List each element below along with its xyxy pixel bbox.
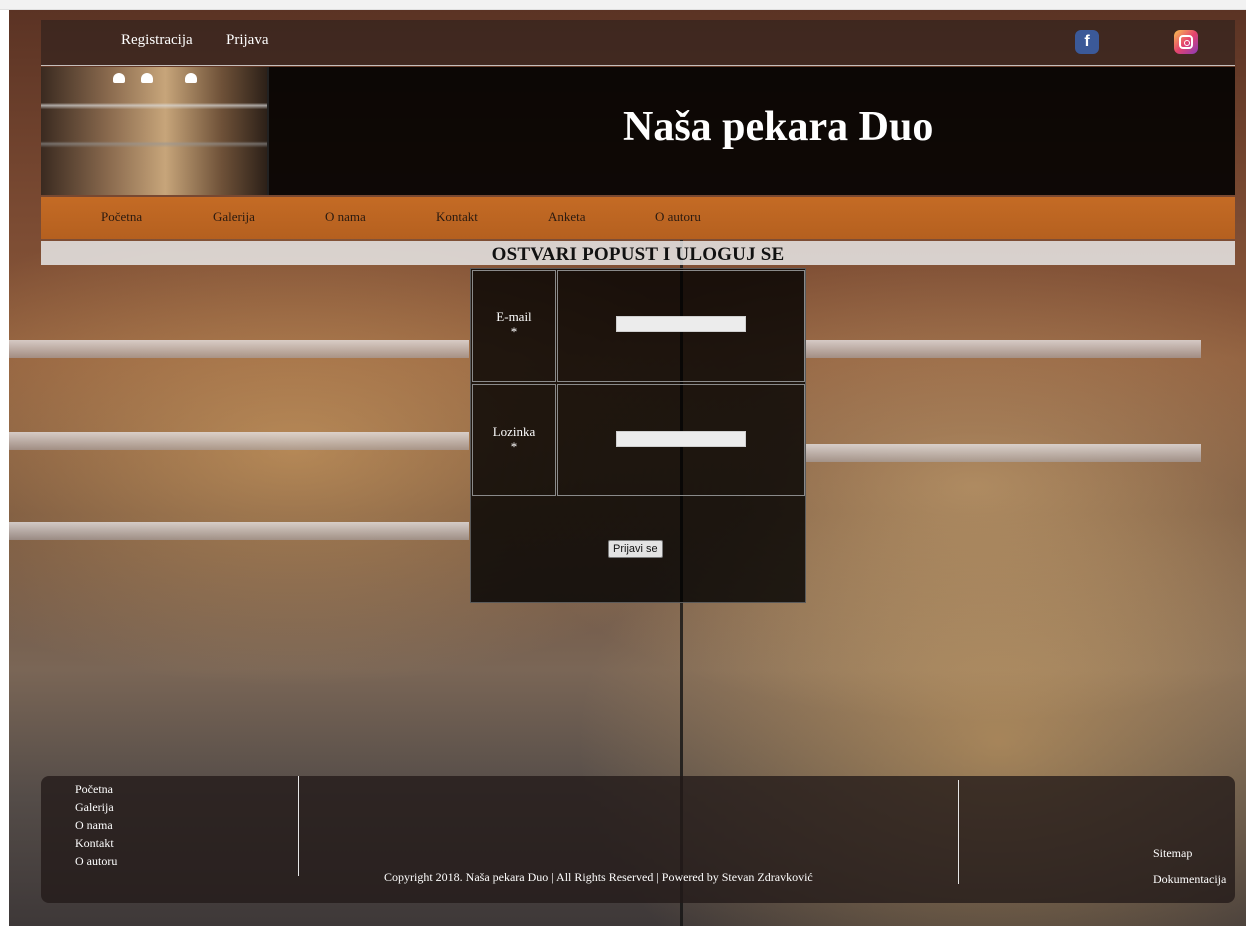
nav-item-galerija[interactable]: Galerija — [213, 209, 255, 225]
password-label-text: Lozinka — [492, 424, 536, 439]
site-header: Naša pekara Duo — [41, 67, 1235, 195]
password-input[interactable] — [616, 431, 746, 447]
facebook-glyph: f — [1084, 33, 1090, 50]
lamp-icon — [113, 73, 125, 83]
documentation-link[interactable]: Dokumentacija — [1153, 872, 1226, 887]
header-bakery-image — [41, 67, 269, 195]
site-footer: Početna Galerija O nama Kontakt O autoru… — [41, 776, 1235, 903]
browser-strip — [0, 0, 1246, 10]
email-label: E-mail * — [472, 309, 556, 339]
footer-link-o-autoru[interactable]: O autoru — [75, 854, 117, 868]
footer-link-pocetna[interactable]: Početna — [75, 782, 113, 796]
nav-item-kontakt[interactable]: Kontakt — [436, 209, 478, 225]
required-mark: * — [510, 439, 518, 454]
nav-item-pocetna[interactable]: Početna — [101, 209, 142, 225]
copyright-text: Copyright 2018. Naša pekara Duo | All Ri… — [384, 870, 813, 884]
shelf-glass — [806, 444, 1201, 462]
footer-divider — [298, 776, 299, 876]
shelf-glass — [9, 522, 469, 540]
footer-link-o-nama[interactable]: O nama — [75, 818, 113, 832]
email-label-text: E-mail — [496, 309, 532, 324]
top-bar: Registracija Prijava f — [41, 20, 1235, 66]
sitemap-link[interactable]: Sitemap — [1153, 846, 1192, 861]
instagram-icon[interactable] — [1174, 30, 1198, 54]
nav-item-o-autoru[interactable]: O autoru — [655, 209, 701, 225]
facebook-icon[interactable]: f — [1075, 30, 1099, 54]
login-submit-button[interactable]: Prijavi se — [608, 540, 663, 558]
shelf-glass — [806, 340, 1201, 358]
lamp-icon — [185, 73, 197, 83]
required-mark: * — [510, 324, 518, 339]
footer-link-kontakt[interactable]: Kontakt — [75, 836, 114, 850]
login-form: E-mail * Lozinka * Prijavi se — [470, 268, 806, 603]
login-link[interactable]: Prijava — [226, 32, 269, 49]
register-link[interactable]: Registracija — [121, 32, 193, 49]
main-nav: Početna Galerija O nama Kontakt Anketa O… — [41, 197, 1235, 239]
instagram-glyph — [1179, 35, 1193, 49]
footer-divider — [958, 780, 959, 884]
shelf-glass — [9, 340, 469, 358]
email-input[interactable] — [616, 316, 746, 332]
nav-item-o-nama[interactable]: O nama — [325, 209, 366, 225]
login-heading: OSTVARI POPUST I ULOGUJ SE — [491, 244, 785, 265]
lamp-icon — [141, 73, 153, 83]
site-title: Naša pekara Duo — [623, 104, 934, 150]
shelf-glass — [9, 432, 469, 450]
footer-link-galerija[interactable]: Galerija — [75, 800, 114, 814]
nav-item-anketa[interactable]: Anketa — [548, 209, 586, 225]
password-label: Lozinka * — [472, 424, 556, 454]
